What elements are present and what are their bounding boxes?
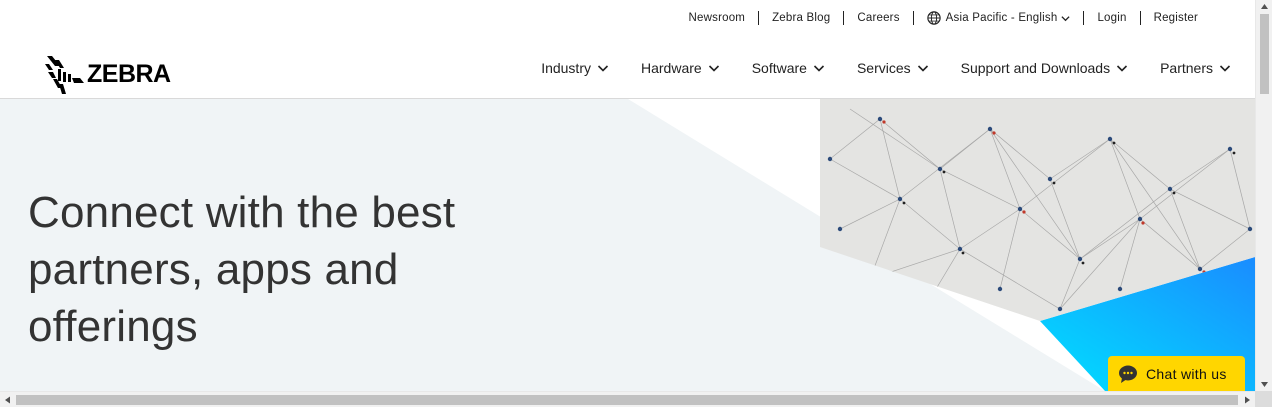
nav-label: Hardware bbox=[641, 60, 702, 76]
scroll-up-arrow-icon[interactable] bbox=[1256, 0, 1272, 14]
scroll-down-arrow-icon[interactable] bbox=[1256, 377, 1272, 391]
nav-label: Services bbox=[856, 60, 911, 76]
scroll-left-arrow-icon[interactable] bbox=[0, 392, 16, 407]
globe-icon bbox=[926, 11, 941, 25]
zebra-head-icon bbox=[45, 56, 84, 94]
region-selector[interactable]: Asia Pacific - English bbox=[912, 11, 1084, 25]
chevron-down-icon bbox=[813, 65, 825, 72]
chat-button[interactable]: Chat with us bbox=[1108, 356, 1245, 391]
logo-wordmark: ZEBRA bbox=[87, 59, 171, 88]
nav-label: Support and Downloads bbox=[960, 60, 1111, 76]
chat-bubble-icon bbox=[1119, 365, 1137, 383]
nav-label: Partners bbox=[1160, 60, 1213, 76]
nav-item-support-and-downloads[interactable]: Support and Downloads bbox=[961, 60, 1128, 76]
chevron-down-icon bbox=[1061, 15, 1071, 21]
horizontal-scrollbar[interactable] bbox=[0, 391, 1255, 407]
nav-item-services[interactable]: Services bbox=[857, 60, 929, 76]
careers-link[interactable]: Careers bbox=[843, 11, 912, 25]
nav-label: Industry bbox=[541, 60, 591, 76]
hero-title-line-2: partners, apps and bbox=[28, 245, 399, 294]
newsroom-link[interactable]: Newsroom bbox=[676, 11, 759, 25]
chevron-down-icon bbox=[917, 65, 928, 72]
register-link[interactable]: Register bbox=[1139, 11, 1211, 25]
nav-item-hardware[interactable]: Hardware bbox=[641, 60, 720, 76]
vertical-scroll-thumb[interactable] bbox=[1260, 14, 1269, 94]
utility-bar: Newsroom Zebra Blog Careers Asia Pacific… bbox=[0, 0, 1255, 38]
zebra-blog-link[interactable]: Zebra Blog bbox=[758, 11, 843, 25]
nav-item-partners[interactable]: Partners bbox=[1160, 60, 1231, 76]
horizontal-scroll-thumb[interactable] bbox=[16, 395, 1238, 405]
nav-item-industry[interactable]: Industry bbox=[541, 60, 609, 76]
login-link[interactable]: Login bbox=[1083, 11, 1139, 25]
chevron-down-icon bbox=[708, 65, 719, 72]
nav-item-software[interactable]: Software bbox=[752, 60, 825, 76]
chevron-down-icon bbox=[1117, 65, 1128, 72]
hero-title: Connect with the best partners, apps and… bbox=[28, 184, 548, 355]
chevron-down-icon bbox=[1219, 65, 1231, 72]
nav-label: Software bbox=[751, 60, 807, 76]
vertical-scrollbar[interactable] bbox=[1255, 0, 1272, 391]
scrollbar-corner bbox=[1255, 391, 1272, 407]
region-label: Asia Pacific - English bbox=[945, 12, 1058, 24]
hero-title-line-3: offerings bbox=[28, 302, 198, 351]
main-nav: Industry Hardware Software Services Supp… bbox=[541, 60, 1231, 76]
zebra-logo[interactable]: ZEBRA bbox=[44, 52, 171, 96]
hero-title-line-1: Connect with the best bbox=[28, 188, 456, 237]
hero-banner: Connect with the best partners, apps and… bbox=[0, 99, 1255, 391]
chevron-down-icon bbox=[597, 65, 609, 72]
chat-label: Chat with us bbox=[1146, 365, 1227, 382]
scroll-right-arrow-icon[interactable] bbox=[1239, 392, 1255, 407]
utility-links: Newsroom Zebra Blog Careers Asia Pacific… bbox=[676, 11, 1211, 25]
